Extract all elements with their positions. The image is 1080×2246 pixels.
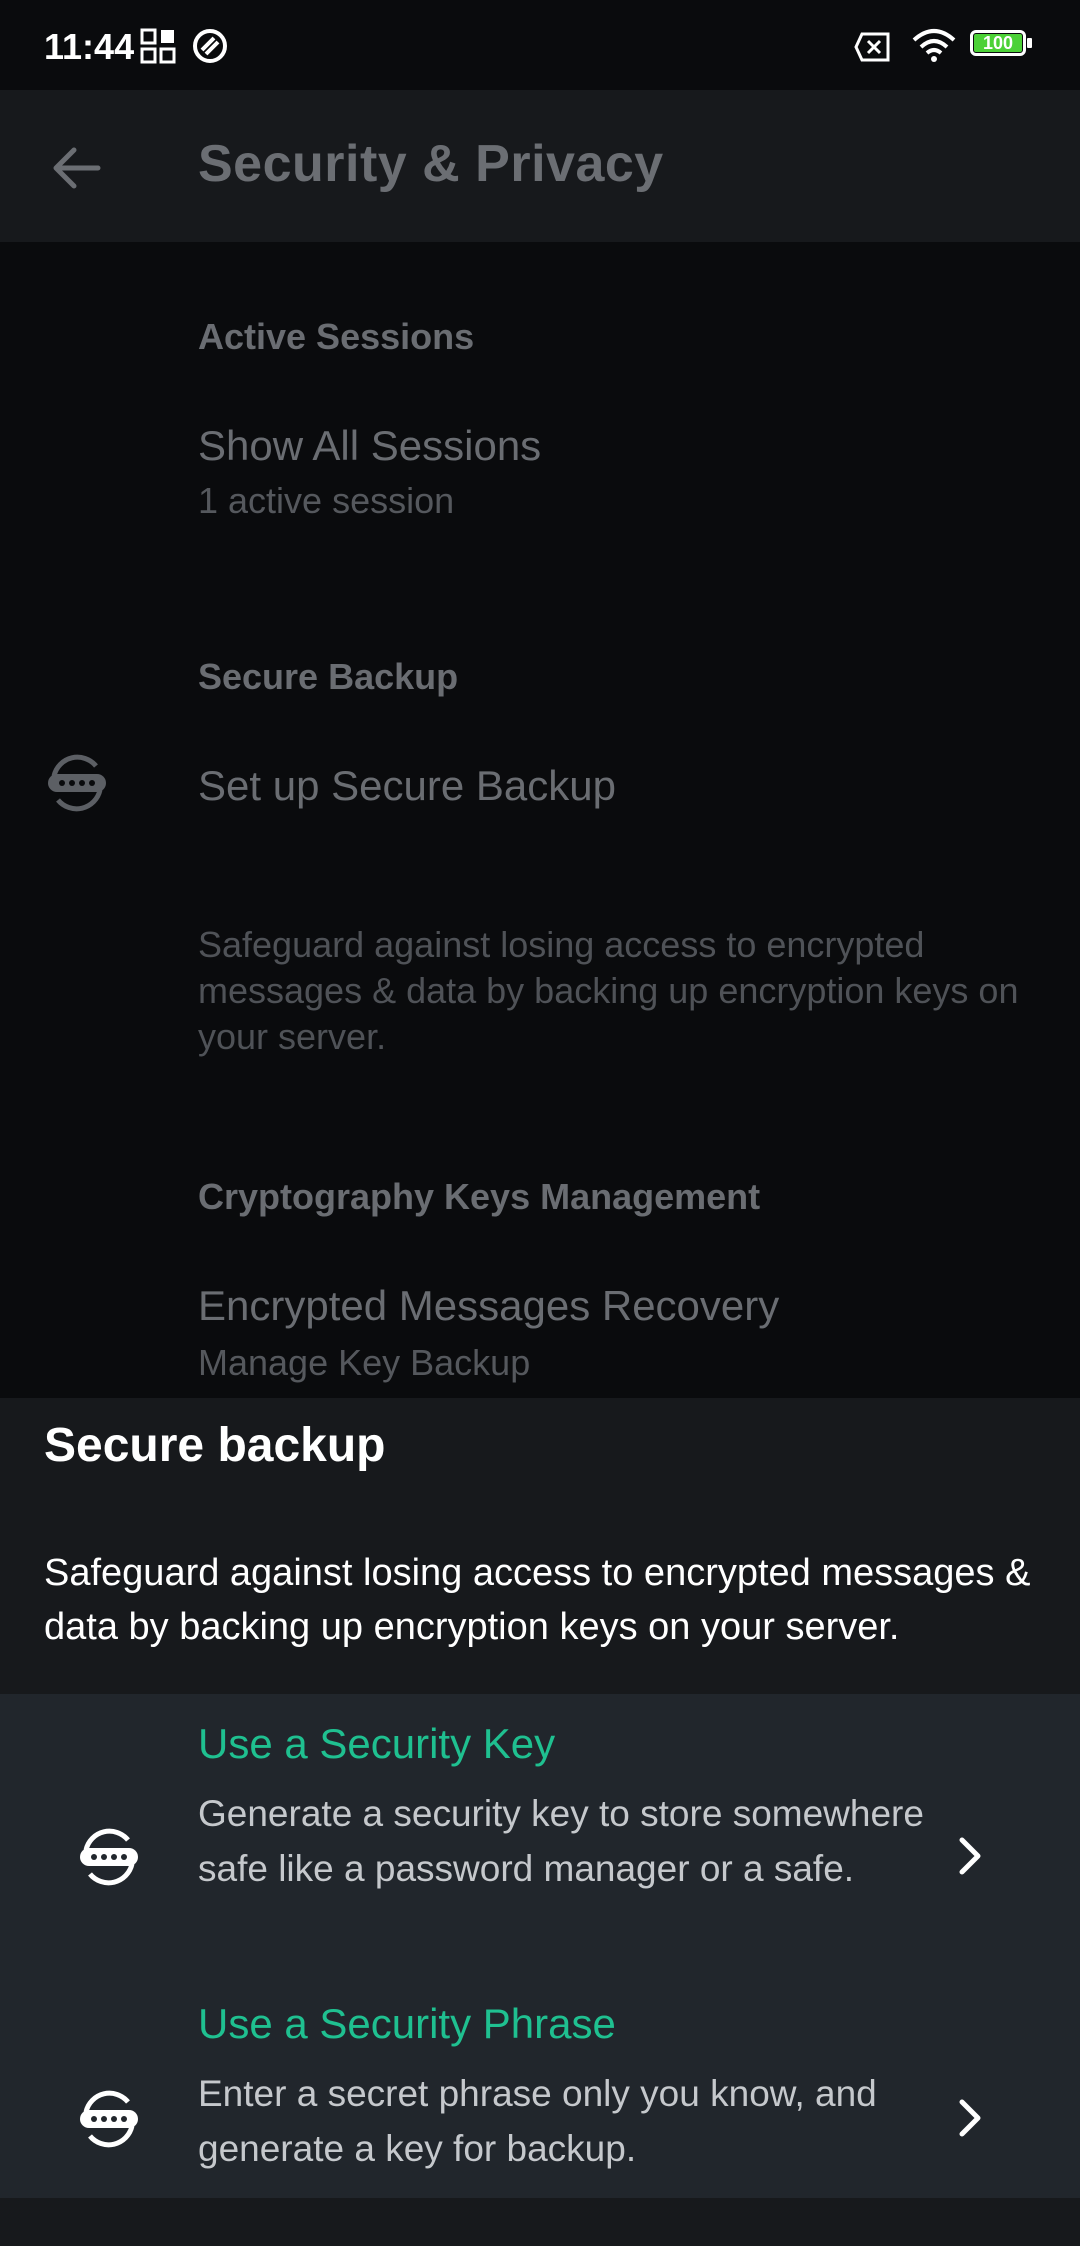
wifi-icon — [912, 29, 956, 62]
secure-backup-description: Safeguard against losing access to encry… — [198, 924, 1019, 1057]
manage-key-backup-label: Manage Key Backup — [198, 1342, 531, 1383]
use-security-key-title: Use a Security Key — [198, 1720, 556, 1767]
active-session-count: 1 active session — [198, 480, 455, 521]
use-security-phrase-option[interactable]: Use a Security Phrase Enter a secret phr… — [0, 1994, 1080, 2194]
battery-level: 100 — [982, 33, 1014, 53]
section-header-crypto-keys: Cryptography Keys Management — [198, 1176, 761, 1217]
security-key-icon — [80, 1828, 138, 1886]
use-security-key-description: Generate a security key to store somewhe… — [198, 1793, 924, 1889]
use-security-phrase-title: Use a Security Phrase — [198, 2000, 616, 2047]
settings-list: Active Sessions Show All Sessions 1 acti… — [0, 242, 1080, 1398]
use-security-key-option[interactable]: Use a Security Key Generate a security k… — [0, 1714, 1080, 1964]
status-bar: 11:44 100 — [0, 0, 1080, 90]
show-all-sessions-item[interactable]: Show All Sessions 1 active session — [0, 422, 1080, 562]
sheet-title: Secure backup — [44, 1419, 386, 1472]
battery-icon: 100 — [970, 30, 1032, 60]
secure-backup-bottom-sheet: Secure backup Safeguard against losing a… — [0, 1398, 1080, 2246]
screen: 11:44 100 Security & Privacy Active Sess… — [0, 0, 1080, 2246]
at-icon — [193, 29, 227, 63]
encrypted-messages-recovery-label: Encrypted Messages Recovery — [198, 1282, 780, 1329]
page-title: Security & Privacy — [198, 135, 664, 193]
section-header-active-sessions: Active Sessions — [198, 316, 475, 357]
backup-options: Use a Security Key Generate a security k… — [0, 1694, 1080, 2198]
back-arrow-icon[interactable] — [48, 140, 104, 196]
section-header-secure-backup: Secure Backup — [198, 656, 459, 697]
status-time: 11:44 — [44, 26, 135, 67]
qr-icon — [140, 28, 176, 64]
security-phrase-icon — [80, 2090, 138, 2148]
chevron-right-icon — [959, 1837, 981, 1875]
setup-secure-backup-label: Set up Secure Backup — [198, 762, 616, 809]
show-all-sessions-label: Show All Sessions — [198, 422, 542, 469]
chevron-right-icon — [959, 2099, 981, 2137]
use-security-phrase-description: Enter a secret phrase only you know, and… — [198, 2073, 877, 2169]
app-bar: Security & Privacy — [0, 90, 1080, 242]
setup-secure-backup-item[interactable]: Set up Secure Backup — [0, 742, 1080, 842]
no-sim-icon — [854, 32, 890, 62]
sheet-description: Safeguard against losing access to encry… — [44, 1552, 1031, 1648]
key-backup-icon — [48, 754, 106, 812]
